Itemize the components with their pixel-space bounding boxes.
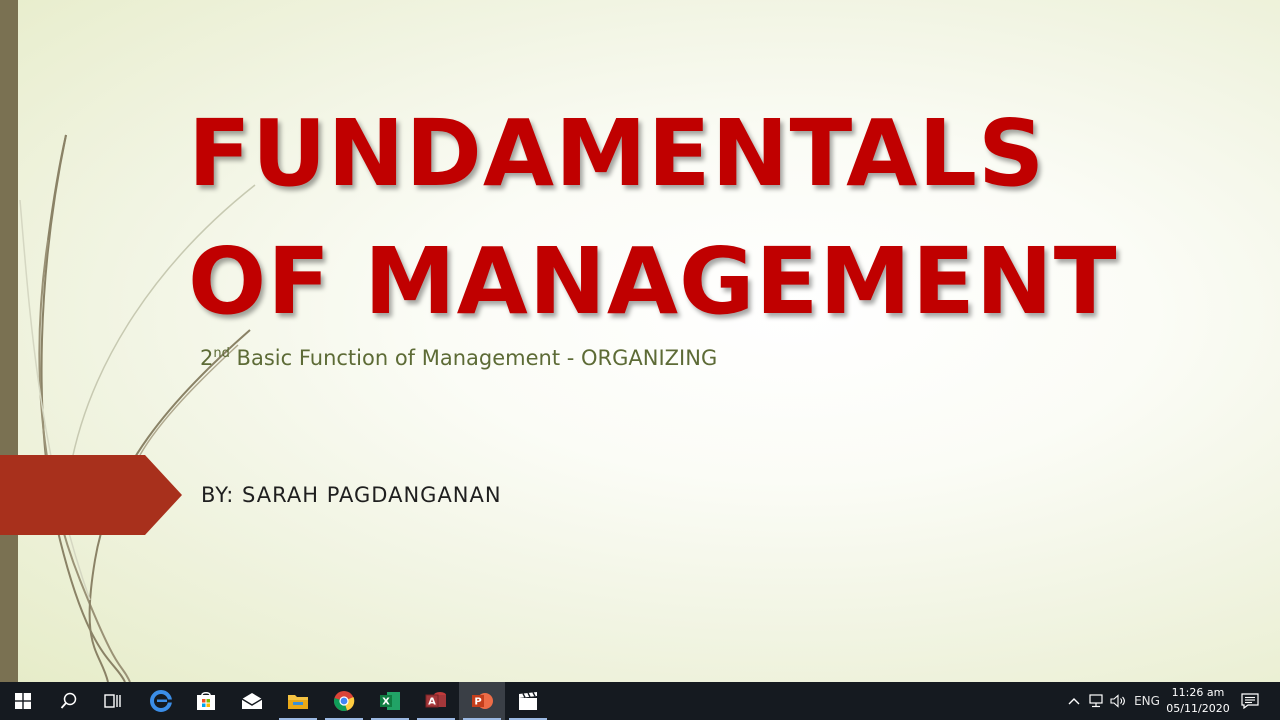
clock-date: 05/11/2020	[1166, 702, 1230, 715]
store-icon[interactable]	[183, 682, 229, 720]
slide-subtitle: 2nd Basic Function of Management - ORGAN…	[200, 346, 717, 370]
svg-text:A: A	[428, 697, 436, 708]
mail-icon[interactable]	[229, 682, 275, 720]
taskbar-clock[interactable]: 11:26 am 05/11/2020	[1160, 685, 1236, 717]
search-icon[interactable]	[46, 682, 92, 720]
input-language-indicator[interactable]: ENG	[1132, 682, 1162, 720]
subtitle-number: 2	[200, 346, 214, 370]
windows-taskbar: X A P ENG 11:26 am 05/11/2020	[0, 682, 1280, 720]
svg-text:P: P	[474, 697, 481, 708]
network-icon[interactable]	[1086, 682, 1106, 720]
powerpoint-icon[interactable]: P	[459, 682, 505, 720]
subtitle-superscript: nd	[213, 346, 230, 361]
clock-time: 11:26 am	[1171, 686, 1225, 699]
volume-icon[interactable]	[1108, 682, 1128, 720]
video-editor-icon[interactable]	[505, 682, 551, 720]
edge-icon[interactable]	[138, 682, 184, 720]
title-line-1: FUNDAMENTALS	[188, 100, 1046, 207]
windows-start-icon[interactable]	[0, 682, 46, 720]
action-center-icon[interactable]	[1238, 682, 1262, 720]
title-line-2: OF MANAGEMENT	[188, 228, 1118, 335]
author-line: BY: SARAH PAGDANGANAN	[201, 483, 502, 507]
excel-icon[interactable]: X	[367, 682, 413, 720]
subtitle-text: Basic Function of Management - ORGANIZIN…	[229, 346, 718, 370]
access-icon[interactable]: A	[413, 682, 459, 720]
accent-arrow-shape	[0, 455, 182, 535]
slide-title: FUNDAMENTALS OF MANAGEMENT	[188, 90, 1188, 346]
show-hidden-icons-chevron-icon[interactable]	[1064, 682, 1084, 720]
presentation-slide: FUNDAMENTALS OF MANAGEMENT 2nd Basic Fun…	[0, 0, 1280, 682]
chrome-icon[interactable]	[321, 682, 367, 720]
file-explorer-icon[interactable]	[275, 682, 321, 720]
svg-text:X: X	[382, 697, 390, 708]
task-view-icon[interactable]	[90, 682, 136, 720]
